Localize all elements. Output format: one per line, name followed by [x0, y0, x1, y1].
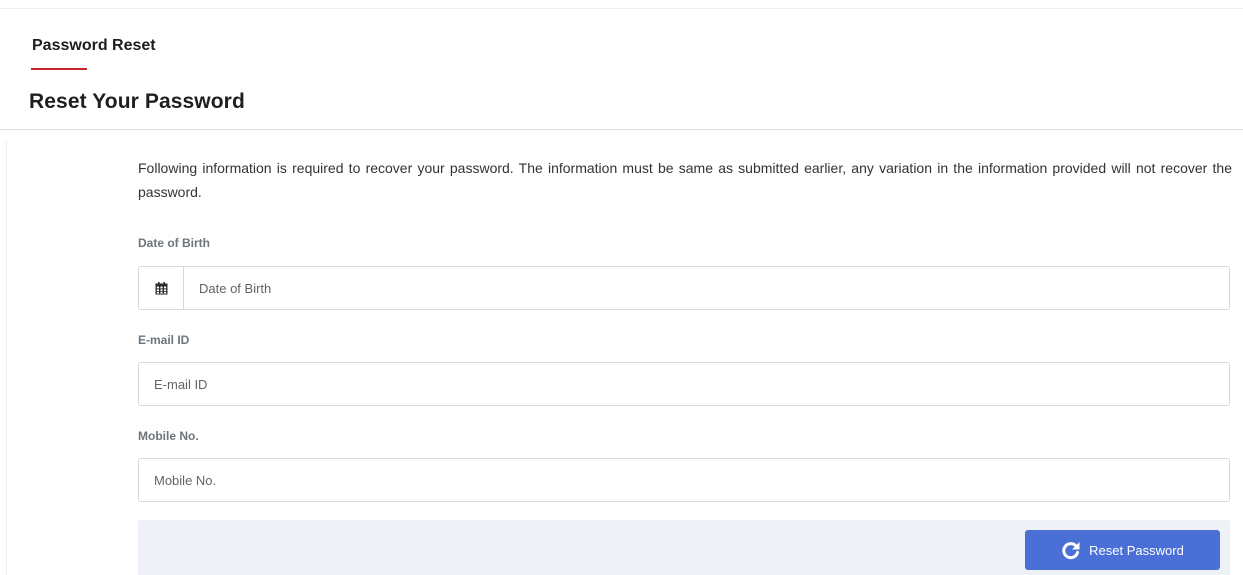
- email-label: E-mail ID: [138, 333, 190, 347]
- dob-label: Date of Birth: [138, 236, 210, 250]
- title-divider: [0, 129, 1243, 130]
- dob-input[interactable]: [184, 267, 1229, 309]
- calendar-icon[interactable]: [139, 267, 184, 309]
- email-input-group: [138, 362, 1230, 406]
- mobile-input-group: [138, 458, 1230, 502]
- left-divider: [6, 140, 7, 575]
- password-reset-page: Password Reset Reset Your Password Follo…: [0, 0, 1243, 575]
- redo-icon: [1061, 540, 1081, 560]
- email-input[interactable]: [139, 363, 1229, 405]
- tab-active-indicator: [31, 68, 87, 70]
- dob-input-group: [138, 266, 1230, 310]
- mobile-input[interactable]: [139, 459, 1229, 501]
- tab-password-reset[interactable]: Password Reset: [32, 37, 156, 55]
- page-title: Reset Your Password: [29, 90, 245, 113]
- intro-text: Following information is required to rec…: [138, 160, 1232, 200]
- top-divider: [0, 8, 1243, 9]
- reset-password-button[interactable]: Reset Password: [1025, 530, 1220, 570]
- reset-password-label: Reset Password: [1089, 542, 1184, 558]
- mobile-label: Mobile No.: [138, 429, 199, 443]
